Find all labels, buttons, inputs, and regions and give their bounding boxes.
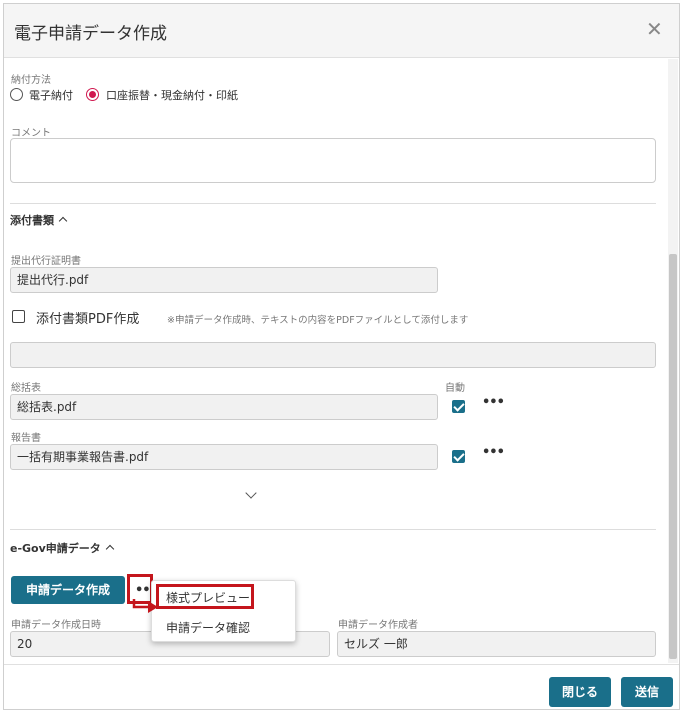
- comment-textarea[interactable]: [10, 138, 656, 183]
- summary-auto-checkbox[interactable]: [452, 400, 465, 413]
- close-icon[interactable]: ✕: [646, 19, 663, 39]
- dialog-header: 電子申請データ作成 ✕: [4, 4, 679, 58]
- dialog-body: 納付方法 電子納付 口座振替・現金納付・印紙 コメント 添付書類 提出代行証明書…: [4, 59, 679, 663]
- report-more-icon[interactable]: •••: [482, 446, 505, 459]
- comment-label: コメント: [11, 128, 51, 139]
- create-application-data-button[interactable]: 申請データ作成: [11, 576, 125, 604]
- creator-field[interactable]: セルズ 一郎: [337, 631, 656, 657]
- arrow-annotation-icon: [132, 599, 158, 613]
- divider: [10, 203, 656, 204]
- summary-more-icon[interactable]: •••: [482, 396, 505, 409]
- report-label: 報告書: [11, 433, 41, 444]
- proxy-cert-label: 提出代行証明書: [11, 256, 81, 267]
- radio-electronic-payment[interactable]: [10, 88, 23, 101]
- chevron-up-icon: [58, 216, 68, 226]
- radio-bank-transfer[interactable]: [86, 88, 99, 101]
- proxy-cert-field[interactable]: 提出代行.pdf: [10, 267, 438, 293]
- divider: [10, 529, 656, 530]
- payment-method-label: 納付方法: [11, 75, 51, 86]
- pdf-create-text-field[interactable]: [10, 342, 656, 368]
- send-button[interactable]: 送信: [621, 677, 673, 707]
- menu-item-check-data[interactable]: 申請データ確認: [166, 619, 250, 636]
- summary-field[interactable]: 総括表.pdf: [10, 394, 438, 420]
- created-at-label: 申請データ作成日時: [11, 620, 101, 631]
- report-auto-checkbox[interactable]: [452, 450, 465, 463]
- creator-label: 申請データ作成者: [338, 620, 418, 631]
- pdf-create-checkbox[interactable]: [12, 310, 25, 323]
- attachments-section-header[interactable]: 添付書類: [10, 212, 68, 228]
- attachments-section-title: 添付書類: [10, 214, 54, 227]
- auto-label: 自動: [445, 383, 465, 394]
- chevron-up-icon: [105, 544, 115, 554]
- scrollbar-thumb[interactable]: [669, 254, 677, 659]
- radio-electronic-payment-label: 電子納付: [29, 89, 73, 102]
- pdf-create-label: 添付書類PDF作成: [36, 312, 140, 327]
- dialog-footer: 閉じる 送信: [4, 664, 679, 709]
- radio-bank-transfer-label: 口座振替・現金納付・印紙: [106, 89, 238, 102]
- dialog-title: 電子申請データ作成: [14, 24, 167, 44]
- chevron-down-icon[interactable]: [245, 487, 257, 499]
- egov-section-header[interactable]: e-Gov申請データ: [10, 540, 115, 556]
- egov-section-title: e-Gov申請データ: [10, 542, 101, 555]
- report-field[interactable]: 一括有期事業報告書.pdf: [10, 444, 438, 470]
- pdf-create-note: ※申請データ作成時、テキストの内容をPDFファイルとして添付します: [167, 315, 469, 326]
- summary-label: 総括表: [11, 383, 41, 394]
- create-application-dialog: 電子申請データ作成 ✕ 納付方法 電子納付 口座振替・現金納付・印紙 コメント …: [3, 3, 680, 710]
- highlight-box: [156, 584, 254, 609]
- close-button[interactable]: 閉じる: [549, 677, 611, 707]
